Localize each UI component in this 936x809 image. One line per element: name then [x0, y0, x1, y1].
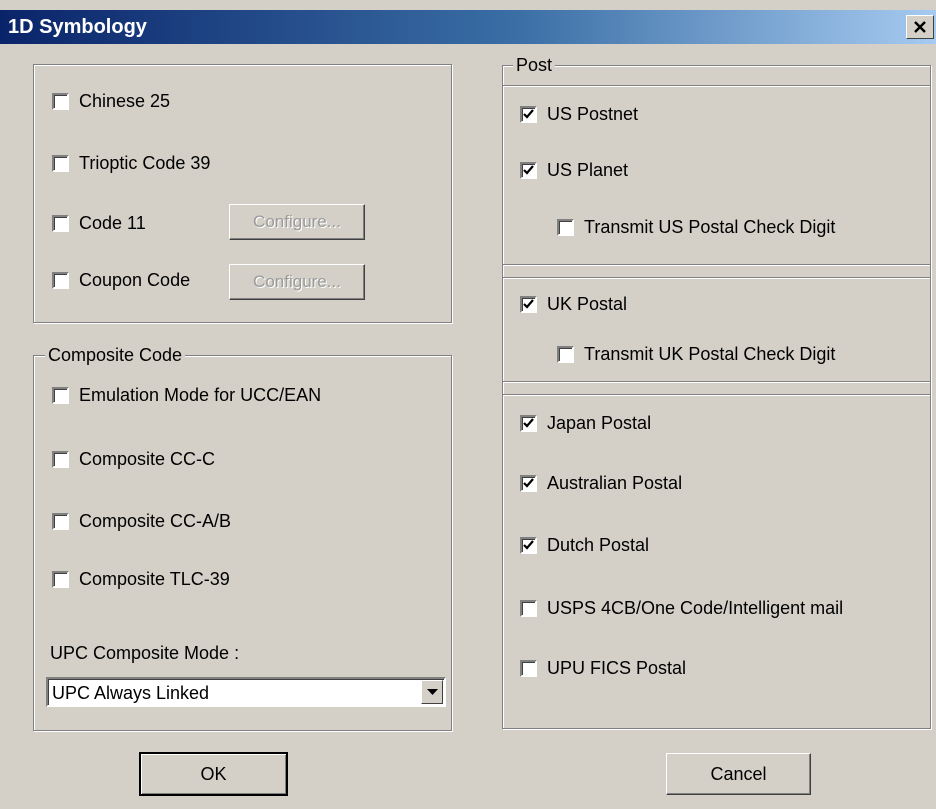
checkbox-box[interactable] — [52, 451, 69, 468]
checkbox-label: UK Postal — [547, 294, 628, 314]
checkbox-label: Trioptic Code 39 — [79, 153, 211, 173]
checkbox-label: Chinese 25 — [79, 91, 171, 111]
checkbox-usps-4cb[interactable]: USPS 4CB/One Code/Intelligent mail — [520, 598, 843, 619]
checkbox-box[interactable] — [52, 571, 69, 588]
post-legend: Post — [513, 55, 556, 75]
checkbox-box[interactable] — [52, 387, 69, 404]
checkbox-label: UPU FICS Postal — [547, 658, 687, 678]
composite-code-group — [33, 355, 452, 731]
checkbox-label: Composite CC-C — [79, 449, 216, 469]
checkbox-dutch-postal[interactable]: Dutch Postal — [520, 535, 649, 556]
close-button[interactable] — [906, 15, 934, 39]
checkbox-box[interactable] — [557, 346, 574, 363]
checkbox-uk-postal[interactable]: UK Postal — [520, 294, 627, 315]
window-title: 1D Symbology — [8, 16, 147, 38]
checkbox-box[interactable] — [520, 415, 537, 432]
checkbox-us-planet[interactable]: US Planet — [520, 160, 628, 181]
checkbox-label: Dutch Postal — [547, 535, 650, 555]
upc-composite-mode-select[interactable]: UPC Always Linked — [46, 677, 446, 707]
checkbox-box[interactable] — [520, 296, 537, 313]
checkbox-transmit-uk-postal-check-digit[interactable]: Transmit UK Postal Check Digit — [557, 344, 835, 365]
checkbox-composite-tlc-39[interactable]: Composite TLC-39 — [52, 569, 230, 590]
select-dropdown-button[interactable] — [421, 680, 443, 704]
checkbox-box[interactable] — [52, 93, 69, 110]
checkbox-box[interactable] — [557, 219, 574, 236]
button-label: OK — [200, 763, 227, 784]
check-icon — [523, 478, 534, 488]
post-separator — [503, 394, 930, 396]
checkbox-japan-postal[interactable]: Japan Postal — [520, 413, 651, 434]
checkbox-label: Transmit US Postal Check Digit — [584, 217, 836, 237]
button-label: Configure... — [253, 212, 341, 231]
checkbox-box[interactable] — [520, 537, 537, 554]
checkbox-coupon-code[interactable]: Coupon Code — [52, 270, 190, 291]
post-separator — [503, 381, 930, 383]
checkbox-box[interactable] — [52, 272, 69, 289]
checkbox-trioptic-code-39[interactable]: Trioptic Code 39 — [52, 153, 210, 174]
checkbox-chinese-25[interactable]: Chinese 25 — [52, 91, 170, 112]
checkbox-label: US Postnet — [547, 104, 639, 124]
composite-code-legend: Composite Code — [45, 345, 186, 365]
check-icon — [523, 109, 534, 119]
code-11-configure-button[interactable]: Configure... — [229, 204, 365, 240]
dialog-window: 1D Symbology Chinese 25 Trioptic Code 39… — [0, 0, 936, 809]
checkbox-transmit-us-postal-check-digit[interactable]: Transmit US Postal Check Digit — [557, 217, 835, 238]
button-label: Configure... — [253, 272, 341, 291]
check-icon — [523, 165, 534, 175]
check-icon — [523, 540, 534, 550]
coupon-code-configure-button[interactable]: Configure... — [229, 264, 365, 300]
select-value: UPC Always Linked — [52, 683, 210, 703]
checkbox-label: US Planet — [547, 160, 629, 180]
upc-composite-mode-label: UPC Composite Mode : — [50, 643, 240, 663]
checkbox-label: Australian Postal — [547, 473, 683, 493]
checkbox-composite-cc-ab[interactable]: Composite CC-A/B — [52, 511, 231, 532]
checkbox-label: Composite TLC-39 — [79, 569, 230, 589]
checkbox-australian-postal[interactable]: Australian Postal — [520, 473, 682, 494]
post-separator — [503, 85, 930, 87]
checkbox-label: Japan Postal — [547, 413, 652, 433]
checkbox-label: Coupon Code — [79, 270, 191, 290]
checkbox-box[interactable] — [52, 155, 69, 172]
check-icon — [523, 299, 534, 309]
checkbox-box[interactable] — [520, 162, 537, 179]
checkbox-us-postnet[interactable]: US Postnet — [520, 104, 638, 125]
post-separator — [503, 277, 930, 279]
checkbox-label: Code 11 — [79, 213, 146, 233]
checkbox-emulation-mode[interactable]: Emulation Mode for UCC/EAN — [52, 385, 321, 406]
checkbox-box[interactable] — [520, 600, 537, 617]
checkbox-label: Transmit UK Postal Check Digit — [584, 344, 836, 364]
checkbox-box[interactable] — [52, 513, 69, 530]
checkbox-box[interactable] — [52, 215, 69, 232]
title-bar: 1D Symbology — [0, 10, 936, 44]
checkbox-box[interactable] — [520, 475, 537, 492]
button-label: Cancel — [710, 763, 767, 784]
ok-button[interactable]: OK — [139, 752, 288, 796]
cancel-button[interactable]: Cancel — [666, 753, 811, 795]
chevron-down-icon — [426, 688, 438, 695]
checkbox-label: USPS 4CB/One Code/Intelligent mail — [547, 598, 844, 618]
checkbox-box[interactable] — [520, 106, 537, 123]
checkbox-label: Composite CC-A/B — [79, 511, 232, 531]
post-separator — [503, 264, 930, 266]
checkbox-code-11[interactable]: Code 11 — [52, 213, 146, 234]
checkbox-box[interactable] — [520, 660, 537, 677]
checkbox-composite-cc-c[interactable]: Composite CC-C — [52, 449, 215, 470]
checkbox-label: Emulation Mode for UCC/EAN — [79, 385, 322, 405]
close-icon — [914, 20, 926, 33]
check-icon — [523, 418, 534, 428]
checkbox-upu-fics-postal[interactable]: UPU FICS Postal — [520, 658, 686, 679]
